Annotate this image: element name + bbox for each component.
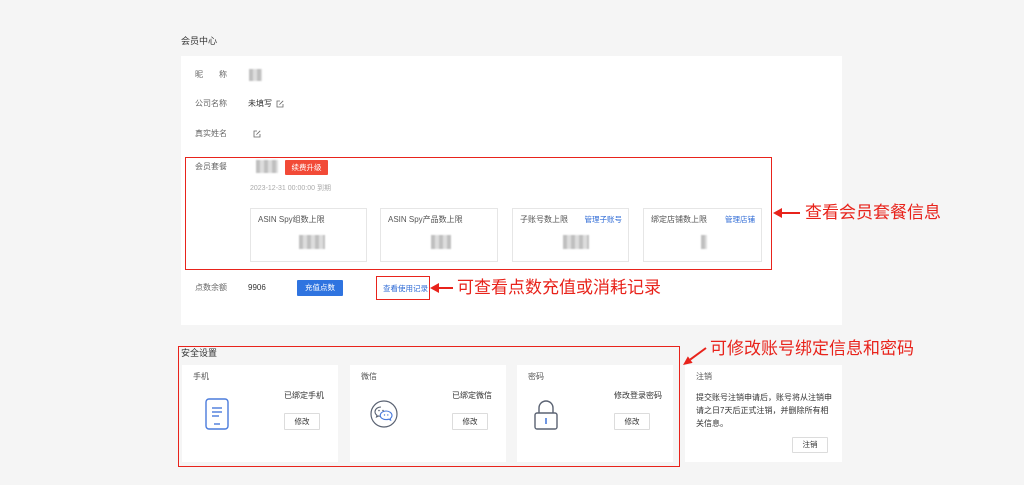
points-value: 9906 — [248, 283, 266, 292]
annotation-arrow — [680, 345, 708, 369]
nickname-label: 昵 称 — [195, 70, 227, 79]
annotation-arrow — [773, 207, 801, 219]
security-card-title: 注销 — [696, 372, 712, 381]
real-name-label: 真实姓名 — [195, 129, 227, 138]
nickname-value-blurred — [249, 69, 262, 81]
annotation-box-usage-link — [376, 276, 430, 300]
company-label: 公司名称 — [195, 99, 227, 108]
member-center-title: 会员中心 — [181, 36, 218, 46]
annotation-points-note: 可查看点数充值或消耗记录 — [457, 278, 661, 297]
edit-icon[interactable] — [276, 100, 284, 108]
annotation-box-plan — [185, 157, 772, 270]
annotation-arrow — [430, 282, 454, 294]
edit-icon[interactable] — [253, 130, 261, 138]
points-label: 点数余额 — [195, 283, 227, 292]
security-card-deactivate: 注销 提交账号注销申请后，账号将从注销申请之日7天后正式注销，并删除所有相关信息… — [685, 365, 842, 462]
recharge-points-button[interactable]: 充值点数 — [297, 280, 343, 296]
deactivate-button[interactable]: 注销 — [792, 437, 828, 453]
company-value: 未填写 — [248, 99, 272, 108]
annotation-box-security — [178, 346, 680, 467]
annotation-plan-note: 查看会员套餐信息 — [805, 203, 941, 222]
deactivate-description: 提交账号注销申请后，账号将从注销申请之日7天后正式注销，并删除所有相关信息。 — [696, 393, 832, 428]
annotation-security-note: 可修改账号绑定信息和密码 — [710, 339, 914, 358]
